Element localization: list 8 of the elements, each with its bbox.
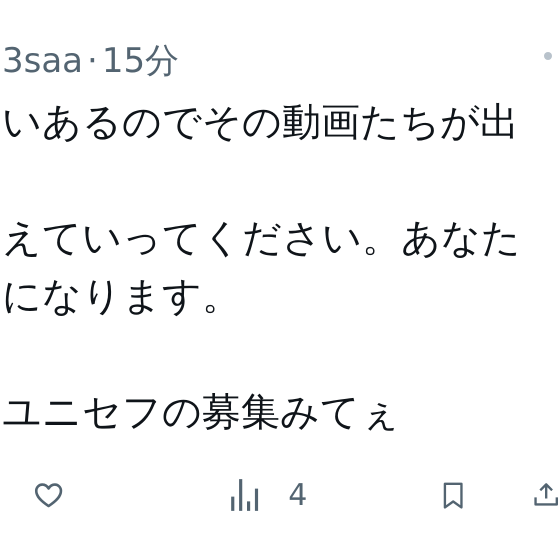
post-text: えていってください。あなた: [2, 215, 522, 263]
post-text: ユニセフの募集みてぇ: [2, 389, 401, 437]
view-count: 4: [288, 478, 308, 512]
post-time[interactable]: 15分: [102, 38, 180, 84]
post-text: になります。: [2, 273, 242, 321]
post-text: いあるのでその動画たちが出: [2, 99, 520, 147]
separator-dot: ·: [87, 40, 98, 83]
user-handle[interactable]: 3saa: [2, 38, 84, 84]
